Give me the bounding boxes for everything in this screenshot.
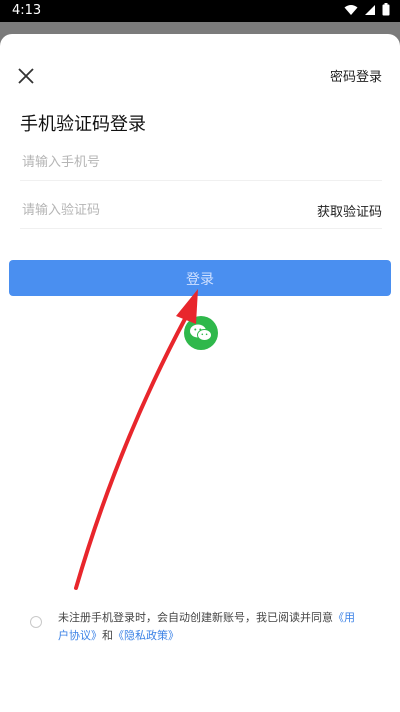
backdrop [0, 22, 400, 34]
phone-input[interactable] [20, 148, 304, 176]
login-sheet: 密码登录 手机验证码登录 获取验证码 登录 未注册手机登录时，会自动创建新账号，… [0, 34, 400, 712]
code-field: 获取验证码 [20, 188, 382, 229]
status-time: 4:13 [12, 3, 42, 18]
close-icon [18, 68, 34, 84]
wechat-icon [190, 324, 212, 341]
close-button[interactable] [14, 64, 38, 88]
status-bar: 4:13 [0, 0, 400, 22]
agreement-text: 未注册手机登录时，会自动创建新账号，我已阅读并同意《用户协议》和《隐私政策》 [58, 609, 358, 645]
page-title: 手机验证码登录 [20, 114, 146, 135]
agreement-text-main: 未注册手机登录时，会自动创建新账号，我已阅读并同意 [58, 611, 333, 624]
agree-checkbox[interactable] [30, 616, 42, 628]
get-code-button[interactable]: 获取验证码 [317, 201, 382, 220]
wechat-login-button[interactable] [184, 316, 218, 350]
code-input[interactable] [20, 196, 304, 224]
privacy-policy-link[interactable]: 《隐私政策》 [113, 629, 179, 642]
status-icons [344, 3, 390, 16]
signal-icon [365, 4, 375, 15]
password-login-link[interactable]: 密码登录 [330, 66, 382, 85]
login-button[interactable]: 登录 [9, 260, 391, 296]
battery-icon [382, 3, 390, 16]
wifi-icon [344, 4, 358, 15]
phone-field [20, 140, 382, 181]
agreement-and: 和 [102, 629, 113, 642]
